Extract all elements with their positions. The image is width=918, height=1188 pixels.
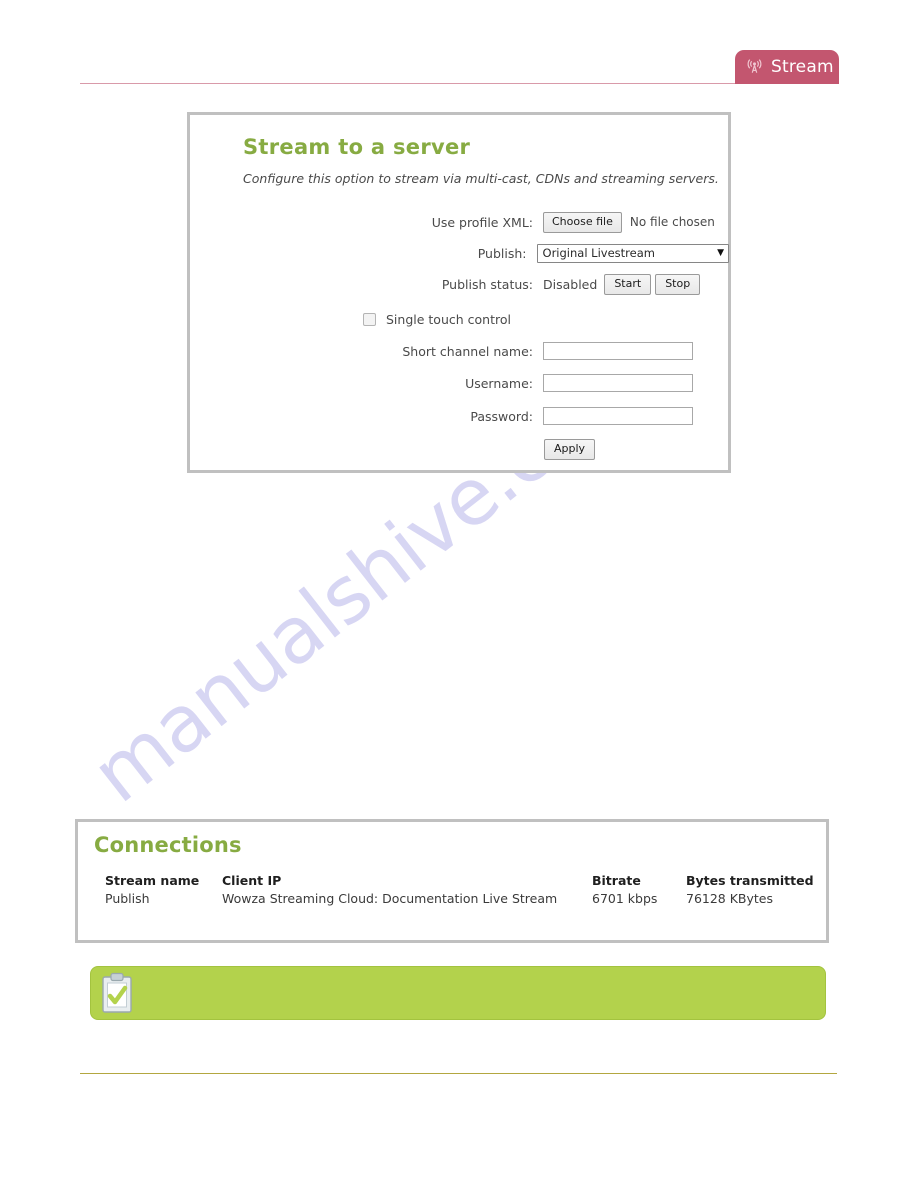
profile-xml-label: Use profile XML:: [431, 214, 533, 230]
clipboard-check-icon: [99, 972, 135, 1018]
short-channel-name-input[interactable]: [543, 342, 693, 360]
table-row: Publish Wowza Streaming Cloud: Documenta…: [105, 891, 805, 909]
single-touch-control-label: Single touch control: [386, 311, 511, 327]
password-input[interactable]: [543, 407, 693, 425]
choose-file-button[interactable]: Choose file: [543, 211, 622, 233]
form-row-publish: Publish: Original Livestream ▼: [191, 240, 729, 266]
password-label: Password:: [470, 408, 533, 424]
form-row-password: Password:: [191, 403, 729, 429]
chevron-down-icon: ▼: [717, 247, 724, 258]
short-channel-name-label: Short channel name:: [402, 343, 533, 359]
publish-selected-value: Original Livestream: [542, 246, 655, 260]
publish-status-value: Disabled: [543, 276, 598, 292]
page-header: Stream: [0, 0, 918, 90]
column-header-bytes-transmitted: Bytes transmitted: [686, 873, 814, 888]
column-header-bitrate: Bitrate: [592, 873, 641, 888]
page-subtitle: Configure this option to stream via mult…: [243, 171, 719, 186]
username-input[interactable]: [543, 374, 693, 392]
apply-button[interactable]: Apply: [544, 438, 596, 460]
publish-label: Publish:: [477, 245, 527, 261]
connections-title: Connections: [94, 833, 242, 857]
tab-stream[interactable]: Stream: [735, 50, 839, 84]
footer-divider: [80, 1073, 837, 1074]
cell-bitrate: 6701 kbps: [592, 891, 658, 906]
note-callout-box: [90, 966, 826, 1020]
tab-stream-label: Stream: [771, 57, 834, 77]
stream-to-server-panel: Stream to a server Configure this option…: [187, 112, 731, 473]
connections-panel: Connections Stream name Client IP Bitrat…: [75, 819, 829, 943]
cell-stream-name: Publish: [105, 891, 150, 906]
stop-button[interactable]: Stop: [655, 273, 701, 295]
column-header-stream-name: Stream name: [105, 873, 200, 888]
page-title: Stream to a server: [243, 135, 471, 159]
column-header-client-ip: Client IP: [222, 873, 282, 888]
header-divider: [80, 83, 837, 84]
file-status-text: No file chosen: [629, 215, 715, 229]
form-row-publish-status: Publish status: Disabled Start Stop: [191, 271, 729, 297]
form-row-single-touch: Single touch control: [191, 306, 729, 332]
table-header-row: Stream name Client IP Bitrate Bytes tran…: [105, 873, 814, 891]
publish-status-label: Publish status:: [441, 276, 533, 292]
publish-select[interactable]: Original Livestream ▼: [536, 243, 729, 263]
start-button[interactable]: Start: [604, 273, 652, 295]
form-row-apply: Apply: [191, 436, 729, 462]
broadcast-antenna-icon: [745, 58, 764, 77]
connections-table: Stream name Client IP Bitrate Bytes tran…: [105, 873, 814, 909]
cell-bytes-transmitted: 76128 KBytes: [686, 891, 774, 906]
cell-client-ip: Wowza Streaming Cloud: Documentation Liv…: [222, 891, 558, 906]
single-touch-control-checkbox[interactable]: [363, 312, 376, 326]
username-label: Username:: [465, 375, 533, 391]
form-row-profile-xml: Use profile XML: Choose file No file cho…: [191, 209, 729, 235]
form-row-username: Username:: [191, 370, 729, 396]
form-row-short-channel-name: Short channel name:: [191, 338, 729, 364]
